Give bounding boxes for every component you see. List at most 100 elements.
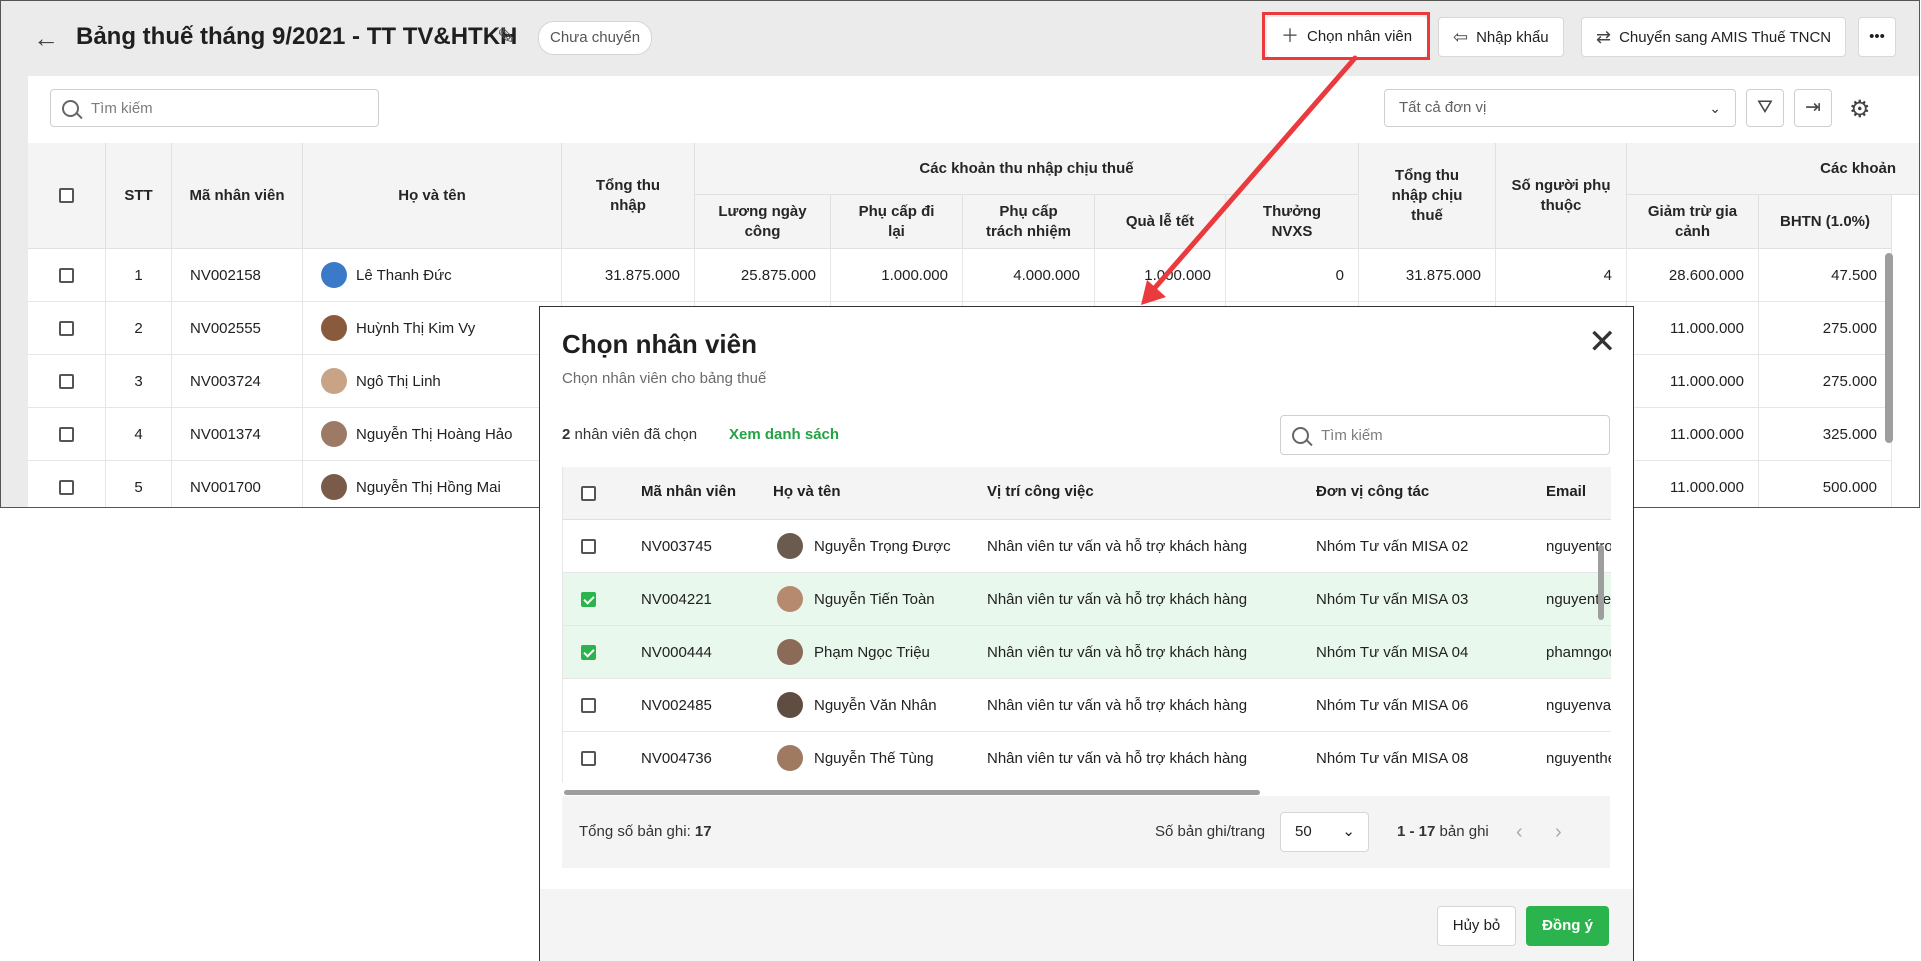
table-row[interactable]: NV003745 Nguyễn Trọng Được Nhân viên tư vấ…	[563, 520, 1611, 573]
grid-cell-text: 11.000.000	[1670, 372, 1744, 390]
col-responsibility: Phụ cấp trách nhiệm	[963, 195, 1095, 249]
grid-cell-family: 11.000.000	[1627, 355, 1759, 408]
table-row[interactable]: NV000444 Phạm Ngọc Triệu Nhân viên tư vấn …	[563, 626, 1611, 679]
table-row[interactable]: NV002485 Nguyễn Văn Nhân Nhân viên tư vấn …	[563, 679, 1611, 732]
col-total-income: Tổng thu nhập	[562, 143, 695, 249]
select-all-checkbox[interactable]	[59, 188, 74, 203]
export-button[interactable]: ⇥	[1794, 89, 1832, 127]
avatar	[321, 474, 347, 500]
status-badge: Chưa chuyển	[538, 21, 653, 55]
dialog-search-input[interactable]: Tìm kiếm	[1280, 415, 1610, 455]
col-group-taxable: Các khoản thu nhập chịu thuế	[695, 143, 1359, 195]
grid-cell-text: 275.000	[1822, 319, 1877, 337]
row-checkbox[interactable]	[581, 520, 596, 572]
grid-cell-family: 28.600.000	[1627, 249, 1759, 302]
back-arrow-icon[interactable]: ←	[33, 23, 59, 54]
row-checkbox[interactable]	[581, 732, 596, 783]
row-checkbox-cell[interactable]	[28, 302, 106, 355]
grid-cell-stt: 2	[106, 302, 172, 355]
grid-cell-text: 5	[134, 478, 143, 496]
row-position: Nhân viên tư vấn và hỗ trợ khách hàng	[987, 537, 1248, 555]
grid-cell-text: 1.000.000	[881, 266, 948, 284]
view-list-link[interactable]: Xem danh sách	[729, 426, 839, 443]
row-avatar	[777, 679, 812, 731]
row-unit: Nhóm Tư vấn MISA 03	[1316, 590, 1469, 608]
grid-cell-bhtn: 500.000	[1759, 461, 1892, 507]
gear-icon[interactable]: ⚙	[1849, 95, 1871, 124]
row-position: Nhân viên tư vấn và hỗ trợ khách hàng	[987, 643, 1248, 661]
row-checkbox-cell[interactable]	[28, 408, 106, 461]
table-row[interactable]: NV004221 Nguyễn Tiến Toàn Nhân viên tư vấn…	[563, 573, 1611, 626]
grid-cell-resp: 4.000.000	[963, 249, 1095, 302]
row-checkbox[interactable]	[59, 320, 74, 336]
row-checkbox-cell[interactable]	[28, 461, 106, 507]
col-holiday-gift: Quà lễ tết	[1095, 195, 1226, 249]
search-input[interactable]: Tìm kiếm	[50, 89, 379, 127]
close-icon[interactable]: ✕	[1588, 325, 1617, 359]
page-range: 1 - 17 bản ghi	[1397, 823, 1489, 840]
row-checkbox[interactable]	[581, 573, 596, 625]
table-row[interactable]: NV004736 Nguyễn Thế Tùng Nhân viên tư vấn …	[563, 732, 1611, 783]
col-group-deductions: Các khoản	[1627, 143, 1919, 195]
highlight-box	[1262, 12, 1430, 60]
grid-cell-text: Huỳnh Thị Kim Vy	[356, 319, 476, 337]
avatar	[321, 262, 347, 288]
row-position: Nhân viên tư vấn và hỗ trợ khách hàng	[987, 696, 1248, 714]
row-checkbox[interactable]	[59, 267, 74, 283]
row-email: nguyenthe	[1546, 749, 1611, 767]
row-code: NV003745	[641, 537, 712, 555]
dialog-vertical-scrollbar[interactable]	[1598, 545, 1604, 620]
table-header: Mã nhân viên Họ và tên Vị trí công việc …	[563, 467, 1611, 520]
grid-cell-salary: 25.875.000	[695, 249, 831, 302]
col-stt: STT	[106, 143, 172, 249]
dialog-horizontal-scrollbar[interactable]	[564, 790, 1260, 795]
grid-cell-text: NV001700	[190, 478, 261, 496]
chevron-left-icon[interactable]: ‹	[1516, 796, 1523, 868]
row-code: NV004221	[641, 590, 712, 608]
grid-cell-text: 500.000	[1822, 478, 1877, 496]
grid-cell-text: NV001374	[190, 425, 261, 443]
grid-cell-bhtn: 275.000	[1759, 302, 1892, 355]
export-icon: ⇥	[1805, 97, 1821, 118]
more-icon: •••	[1869, 28, 1885, 45]
import-icon: ⇦	[1453, 27, 1469, 47]
grid-cell-stt: 5	[106, 461, 172, 507]
grid-cell-text: 28.600.000	[1668, 266, 1744, 284]
ok-button[interactable]: Đồng ý	[1526, 906, 1609, 946]
page-size-select[interactable]: 50 ⌄	[1280, 812, 1369, 852]
dlg-col-unit: Đơn vị công tác	[1316, 483, 1430, 500]
row-checkbox-cell[interactable]	[28, 249, 106, 302]
grid-cell-bhtn: 275.000	[1759, 355, 1892, 408]
dlg-col-name: Họ và tên	[773, 483, 841, 500]
more-button[interactable]: •••	[1858, 17, 1896, 57]
unit-filter-dropdown[interactable]: Tất cả đơn vị ⌄	[1384, 89, 1736, 127]
row-checkbox[interactable]	[59, 426, 74, 442]
col-name: Họ và tên	[303, 143, 562, 249]
row-checkbox-cell[interactable]	[28, 355, 106, 408]
select-all-checkbox-cell[interactable]	[28, 143, 106, 249]
col-salary: Lương ngày công	[695, 195, 831, 249]
grid-cell-name: Ngô Thị Linh	[303, 355, 562, 408]
row-avatar	[777, 626, 812, 678]
select-employee-dialog: Chọn nhân viên Chọn nhân viên cho bảng t…	[539, 306, 1634, 961]
row-checkbox[interactable]	[59, 479, 74, 495]
grid-cell-text: 47.500	[1831, 266, 1877, 284]
import-button[interactable]: ⇦ Nhập khẩu	[1438, 17, 1564, 57]
transfer-amis-button[interactable]: ⇄ Chuyển sang AMIS Thuế TNCN	[1581, 17, 1847, 57]
row-code: NV000444	[641, 643, 712, 661]
grid-cell-code: NV002158	[172, 249, 303, 302]
grid-cell-text: 11.000.000	[1670, 425, 1744, 443]
grid-vertical-scrollbar[interactable]	[1885, 253, 1893, 443]
row-checkbox[interactable]	[581, 679, 596, 731]
page-title: Bảng thuế tháng 9/2021 - TT TV&HTKH	[76, 23, 518, 50]
filter-button[interactable]: ⛛	[1746, 89, 1784, 127]
row-unit: Nhóm Tư vấn MISA 02	[1316, 537, 1469, 555]
row-checkbox[interactable]	[59, 373, 74, 389]
dialog-select-all-checkbox[interactable]	[581, 486, 596, 505]
row-code: NV002485	[641, 696, 712, 714]
chevron-right-icon[interactable]: ›	[1555, 796, 1562, 868]
selected-count: 2 nhân viên đã chọn	[562, 426, 698, 443]
row-checkbox[interactable]	[581, 626, 596, 678]
pencil-icon[interactable]: ✎	[497, 24, 515, 50]
cancel-button[interactable]: Hủy bỏ	[1437, 906, 1516, 946]
